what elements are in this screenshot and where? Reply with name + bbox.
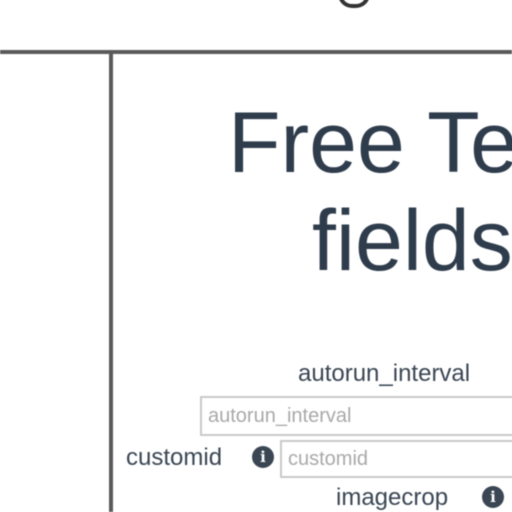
cropped-header-icon [338, 0, 370, 8]
autorun-interval-input[interactable] [200, 396, 512, 436]
customid-label: customid [126, 444, 223, 471]
page-title-line-1: Free Te [228, 95, 512, 191]
sidebar-divider [109, 54, 113, 512]
header-area [0, 0, 512, 50]
info-icon[interactable]: i [252, 446, 274, 468]
autorun-interval-label: autorun_interval [298, 360, 471, 387]
imagecrop-label: imagecrop [336, 484, 449, 511]
info-icon[interactable]: i [482, 486, 504, 508]
customid-input[interactable] [280, 440, 512, 478]
page-title-line-2: fields [312, 193, 512, 289]
header-divider [0, 50, 512, 54]
